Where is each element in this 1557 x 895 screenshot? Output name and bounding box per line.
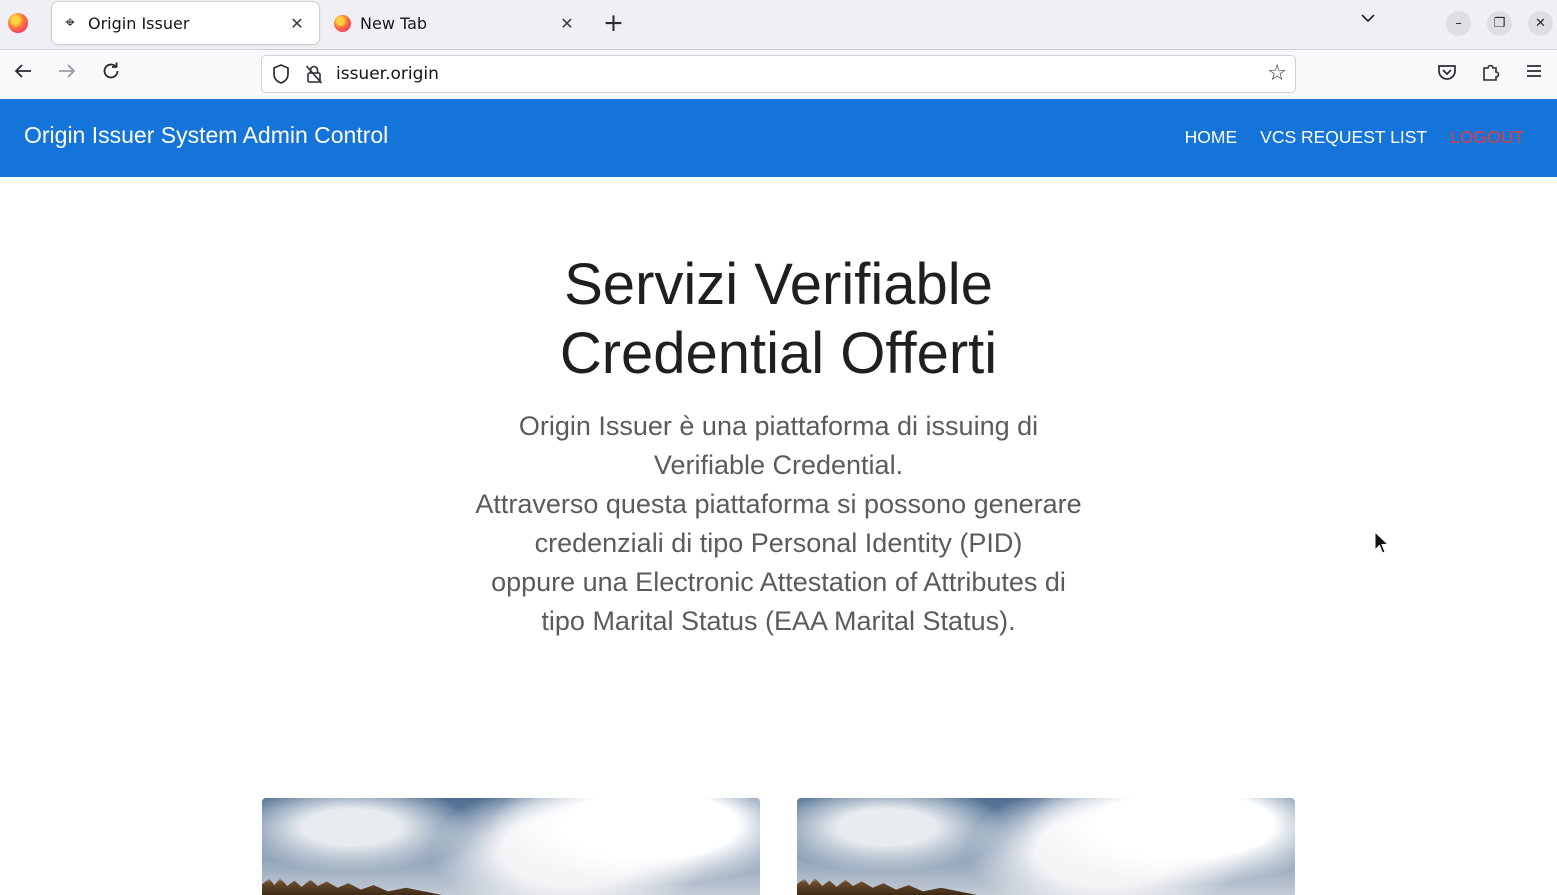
- bookmark-star-icon[interactable]: ☆: [1267, 61, 1287, 86]
- insecure-lock-icon[interactable]: [305, 64, 323, 84]
- page-title-line-1: Servizi Verifiable: [564, 252, 993, 317]
- browser-toolbar: issuer.origin ☆: [0, 50, 1557, 99]
- description-line: credenziali di tipo Personal Identity (P…: [534, 528, 1023, 558]
- nav-home-link[interactable]: HOME: [1185, 127, 1238, 148]
- forward-icon[interactable]: [56, 60, 78, 90]
- firefox-icon: [334, 14, 351, 32]
- pocket-icon[interactable]: [1436, 61, 1458, 88]
- site-brand[interactable]: Origin Issuer System Admin Control: [24, 122, 388, 149]
- close-window-icon[interactable]: ✕: [1528, 11, 1553, 36]
- crosshair-icon: ⌖: [65, 13, 75, 33]
- hero-description: Origin Issuer è una piattaforma di issui…: [428, 407, 1129, 641]
- tab-new-tab[interactable]: New Tab ✕: [325, 2, 589, 44]
- service-card-image[interactable]: [797, 798, 1295, 895]
- tab-origin-issuer[interactable]: ⌖ Origin Issuer ✕: [52, 2, 319, 44]
- menu-hamburger-icon[interactable]: [1524, 61, 1544, 86]
- page-title-line-2: Credential Offerti: [559, 321, 998, 386]
- minimize-icon[interactable]: –: [1446, 11, 1471, 36]
- firefox-icon[interactable]: [8, 13, 28, 33]
- list-all-tabs-icon[interactable]: [1358, 8, 1378, 33]
- service-card-image[interactable]: [262, 798, 760, 895]
- nav-logout-link[interactable]: LOGOUT: [1450, 127, 1524, 148]
- description-line: tipo Marital Status (EAA Marital Status)…: [541, 606, 1016, 636]
- site-header: Origin Issuer System Admin Control HOME …: [0, 99, 1557, 177]
- back-icon[interactable]: [12, 60, 34, 90]
- trees-decoration: [797, 877, 977, 895]
- reload-icon[interactable]: [100, 60, 122, 90]
- trees-decoration: [262, 877, 442, 895]
- description-line: Verifiable Credential.: [653, 450, 904, 480]
- mouse-cursor-icon: [1374, 531, 1390, 554]
- browser-tab-bar: ⌖ Origin Issuer ✕ New Tab ✕ + – ❐ ✕: [0, 0, 1557, 50]
- description-line: Attraverso questa piattaforma si possono…: [475, 489, 1082, 519]
- address-bar[interactable]: issuer.origin ☆: [261, 55, 1296, 93]
- close-tab-icon[interactable]: ✕: [285, 14, 309, 33]
- site-nav: HOME VCS REQUEST LIST LOGOUT: [1185, 127, 1524, 148]
- new-tab-button[interactable]: +: [603, 9, 624, 37]
- tab-title: New Tab: [360, 13, 428, 33]
- extensions-puzzle-icon[interactable]: [1480, 61, 1502, 88]
- nav-vcs-request-list-link[interactable]: VCS REQUEST LIST: [1260, 127, 1427, 148]
- close-tab-icon[interactable]: ✕: [555, 14, 579, 33]
- description-line: oppure una Electronic Attestation of Att…: [491, 567, 1066, 597]
- page-title: Servizi Verifiable Credential Offerti: [0, 250, 1557, 388]
- description-line: Origin Issuer è una piattaforma di issui…: [518, 411, 1039, 441]
- restore-icon[interactable]: ❐: [1487, 11, 1512, 36]
- tab-title: Origin Issuer: [88, 13, 190, 33]
- url-text[interactable]: issuer.origin: [336, 64, 439, 84]
- tracking-protection-shield-icon[interactable]: [271, 63, 291, 85]
